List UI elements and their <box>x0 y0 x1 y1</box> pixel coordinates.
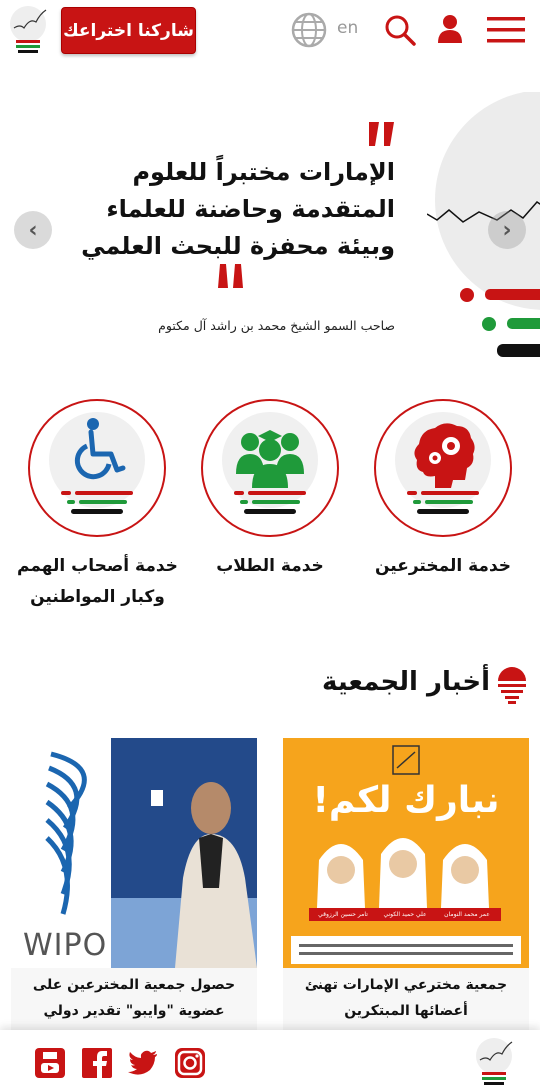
service-people-of-determination-label: خدمة أصحاب الهمم وكبار المواطنين <box>17 556 178 607</box>
hero-slider: الإمارات مختبراً للعلوم المتقدمة وحاضنة … <box>22 92 540 366</box>
logo[interactable] <box>6 4 50 56</box>
service-students-label: خدمة الطلاب <box>216 556 324 576</box>
logo[interactable] <box>472 1036 516 1088</box>
quote-open-icon <box>369 122 394 146</box>
share-invention-button[interactable]: شاركنا اختراعك <box>61 7 196 54</box>
chevron-right-icon: › <box>502 217 512 243</box>
youtube-icon[interactable] <box>35 1048 65 1078</box>
hero-author: صاحب السمو الشيخ محمد بن راشد آل مكتوم <box>158 318 395 333</box>
student-name: تامر حسين الرزوقي <box>309 908 377 921</box>
top-bar: شاركنا اختراعك en <box>0 0 540 64</box>
language-switch[interactable]: en <box>337 18 358 38</box>
wheelchair-icon <box>28 399 166 537</box>
service-inventors-label: خدمة المخترعين <box>374 556 512 576</box>
globe-icon[interactable] <box>291 12 327 48</box>
student-name: علي حميد الكوني <box>371 908 439 921</box>
bulb-icon <box>498 667 526 704</box>
news-card-title[interactable]: جمعية مخترعي الإمارات تهنئ أعضائها المبت… <box>289 972 523 1024</box>
news-card[interactable]: WIPO حصول جمعية المخترعين على عضوية "واي… <box>11 738 257 1045</box>
footer-bar <box>0 1030 540 1092</box>
news-card[interactable]: نبارك لكم! عمر محمد النومان علي حميد الك… <box>283 738 529 1038</box>
news-section-header: أخبار الجمعية <box>300 663 532 707</box>
search-icon[interactable] <box>383 13 417 47</box>
congrats-headline: نبارك لكم! <box>312 780 500 821</box>
news-section-title: أخبار الجمعية <box>322 667 490 697</box>
service-students[interactable] <box>200 398 340 538</box>
news-image: WIPO <box>11 738 257 968</box>
hero-quote: الإمارات مختبراً للعلوم المتقدمة وحاضنة … <box>81 158 395 260</box>
slider-next-button[interactable]: › <box>488 211 526 249</box>
brain-gears-icon <box>374 399 512 537</box>
chevron-left-icon: ‹ <box>28 217 38 243</box>
quote-close-icon <box>218 264 243 288</box>
facebook-icon[interactable] <box>82 1048 112 1078</box>
students-icon <box>201 399 339 537</box>
twitter-icon[interactable] <box>128 1048 158 1078</box>
congrats-graphic <box>291 745 521 964</box>
news-image: نبارك لكم! عمر محمد النومان علي حميد الك… <box>283 738 529 968</box>
user-icon[interactable] <box>436 14 464 44</box>
menu-icon[interactable] <box>487 17 525 43</box>
slider-prev-button[interactable]: ‹ <box>14 211 52 249</box>
service-people-of-determination[interactable] <box>27 398 167 538</box>
wipo-label: WIPO <box>23 928 108 963</box>
student-name: عمر محمد النومان <box>433 908 501 921</box>
instagram-icon[interactable] <box>175 1048 205 1078</box>
service-inventors[interactable] <box>373 398 513 538</box>
